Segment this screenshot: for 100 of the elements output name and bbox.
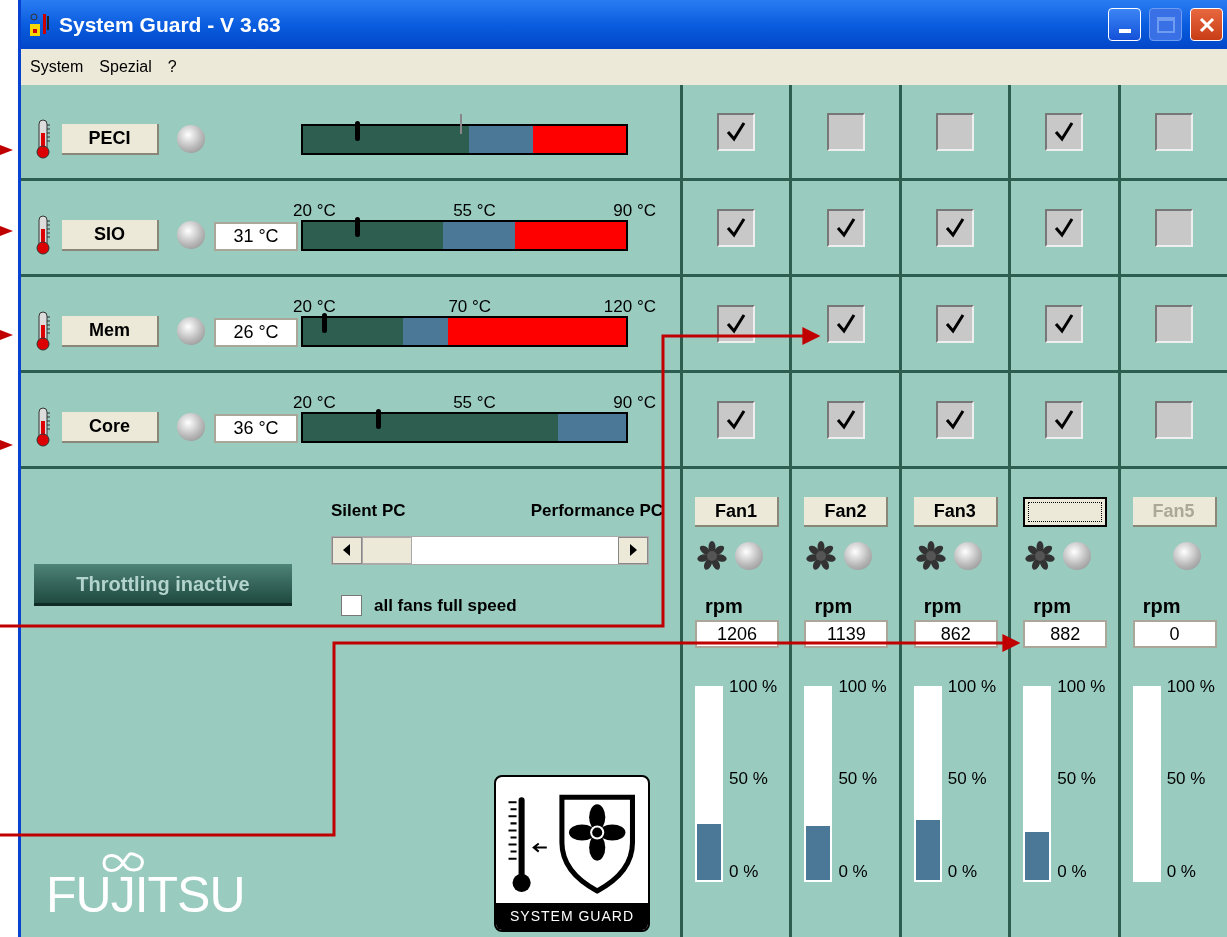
unit-label: rpm	[813, 596, 854, 616]
scale-label: 50 %	[1166, 768, 1207, 791]
checkbox[interactable]	[1154, 304, 1193, 343]
pointer-arrow	[0, 145, 13, 155]
scale-label: 90 °C	[613, 392, 656, 412]
checkbox[interactable]	[1154, 208, 1193, 247]
check-icon	[834, 216, 857, 239]
scale-label: 0 %	[947, 860, 979, 883]
checkbox[interactable]	[717, 304, 756, 343]
checkbox[interactable]	[1045, 112, 1084, 151]
check-icon	[725, 120, 748, 143]
check-icon	[1053, 120, 1076, 143]
close-button[interactable]	[1190, 8, 1223, 41]
left-arrow-icon[interactable]	[343, 544, 351, 556]
scale-label: 100 %	[838, 676, 887, 698]
scale-label: 70 °C	[448, 296, 492, 316]
checkbox[interactable]	[1045, 400, 1084, 439]
checkbox[interactable]	[826, 112, 865, 151]
menu-item[interactable]: System	[30, 55, 84, 79]
pointer-arrow	[0, 226, 13, 236]
scale-label: 50 %	[1057, 768, 1097, 791]
scale-label: 0 %	[838, 860, 869, 883]
scale-label: 50 %	[729, 768, 769, 791]
sensor-button[interactable]: Mem	[62, 316, 159, 347]
check-icon	[834, 408, 857, 431]
check-icon	[944, 408, 966, 431]
scale-label: 0 %	[1057, 860, 1088, 883]
fan-button[interactable]: Fan1	[695, 497, 779, 527]
slider-label: Performance PC	[530, 500, 663, 522]
temperature-field: 26 °C	[214, 318, 298, 347]
checkbox[interactable]	[826, 304, 865, 343]
checkbox-label: all fans full speed	[374, 594, 517, 617]
temperature-field: 36 °C	[214, 414, 298, 443]
checkbox[interactable]	[1154, 400, 1193, 439]
unit-label: rpm	[922, 596, 963, 616]
check-icon	[834, 312, 857, 335]
sensor-button[interactable]: SIO	[62, 220, 159, 251]
thermometer-icon	[35, 311, 53, 351]
status-light	[735, 542, 763, 570]
status-light	[177, 317, 205, 345]
status-light	[844, 542, 873, 570]
status-light	[177, 221, 205, 249]
check-icon	[944, 216, 966, 239]
checkbox[interactable]	[936, 304, 974, 343]
checkbox[interactable]	[1045, 208, 1084, 247]
checkbox[interactable]	[936, 112, 974, 151]
check-icon	[944, 312, 966, 335]
scale-label: 100 %	[1166, 676, 1215, 698]
status-light	[1172, 542, 1201, 570]
scale-label: 0 %	[1166, 860, 1197, 883]
unit-label: rpm	[1141, 596, 1182, 616]
fan-button[interactable]: Fan3	[913, 497, 998, 527]
scale-label: 90 °C	[613, 200, 656, 220]
fan-button[interactable]: Fan2	[804, 497, 889, 527]
sensor-button[interactable]: Core	[62, 412, 159, 443]
status-light	[1063, 542, 1092, 570]
checkbox[interactable]	[936, 208, 974, 247]
app-icon	[29, 11, 51, 38]
pointer-arrow	[0, 330, 13, 340]
rpm-field: 882	[1023, 620, 1108, 648]
scale-label: 55 °C	[453, 200, 496, 220]
scale-label: 20 °C	[293, 296, 336, 316]
scale-label: 100 %	[729, 676, 778, 698]
scale-label: 55 °C	[453, 392, 496, 412]
profile-slider[interactable]	[331, 535, 649, 565]
status-light	[953, 542, 982, 570]
check-icon	[1053, 216, 1076, 239]
pointer-arrow	[0, 440, 13, 450]
checkbox[interactable]	[717, 400, 756, 439]
slider-thumb[interactable]	[362, 536, 412, 564]
checkbox[interactable]	[1154, 112, 1193, 151]
scale-label: 20 °C	[293, 392, 336, 412]
sensor-button[interactable]: PECI	[62, 124, 159, 155]
check-icon	[725, 216, 748, 239]
menu-item[interactable]: Spezial	[99, 55, 152, 79]
check-icon	[1053, 312, 1076, 335]
product-name: SYSTEM GUARD	[496, 903, 648, 930]
checkbox[interactable]	[936, 400, 974, 439]
checkbox[interactable]	[1045, 304, 1084, 343]
checkbox[interactable]	[717, 208, 756, 247]
checkbox[interactable]	[826, 208, 865, 247]
vendor-logo: FUJITSU	[46, 870, 245, 920]
check-icon	[1053, 408, 1076, 431]
minimize-button[interactable]	[1108, 8, 1141, 41]
checkbox[interactable]	[341, 594, 362, 616]
scale-label: 100 %	[947, 676, 996, 698]
throttling-button[interactable]: Throttling inactive	[34, 564, 292, 606]
scale-label: 20 °C	[293, 200, 336, 220]
scale-label: 50 %	[947, 768, 988, 791]
check-icon	[725, 312, 748, 335]
scale-label: 0 %	[729, 860, 760, 883]
checkbox[interactable]	[826, 400, 865, 439]
status-light	[177, 125, 205, 153]
unit-label: rpm	[704, 596, 744, 616]
thermometer-icon	[35, 215, 53, 255]
right-arrow-icon[interactable]	[629, 544, 637, 556]
checkbox[interactable]	[717, 112, 756, 151]
fan-button[interactable]	[1023, 497, 1108, 527]
minimize-icon	[1118, 29, 1131, 33]
menu-item[interactable]: ?	[167, 55, 177, 79]
